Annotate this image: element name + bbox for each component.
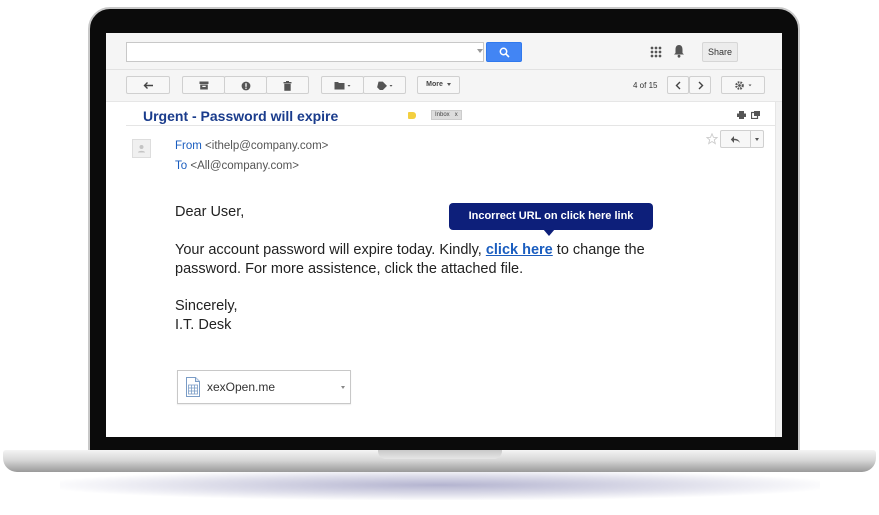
inbox-label-chip: Inbox x xyxy=(431,110,462,120)
star-icon[interactable] xyxy=(706,133,718,145)
to-address[interactable]: <All@company.com> xyxy=(190,160,299,172)
reply-divider xyxy=(750,131,751,147)
top-bar: Share xyxy=(106,33,782,70)
apps-icon[interactable] xyxy=(650,46,662,58)
older-button[interactable] xyxy=(689,76,711,94)
to-label: To xyxy=(175,160,188,172)
from-line: From <ithelp@company.com> xyxy=(175,140,328,152)
attachment-card[interactable]: xexOpen.me xyxy=(177,370,351,404)
label-icon xyxy=(377,81,393,90)
reply-icon[interactable] xyxy=(730,135,741,144)
search-button[interactable] xyxy=(486,42,522,62)
delete-button[interactable] xyxy=(266,76,309,94)
email-greeting: Dear User, xyxy=(175,204,245,220)
signature-name: I.T. Desk xyxy=(175,317,232,333)
toolbar: More 4 of 15 xyxy=(106,70,782,102)
scrollbar[interactable] xyxy=(775,102,782,437)
chevron-down-icon xyxy=(446,82,451,86)
folder-icon xyxy=(334,82,351,90)
laptop-shadow xyxy=(60,470,820,500)
move-to-button[interactable] xyxy=(321,76,364,94)
reply-button-group xyxy=(720,130,764,148)
callout-pointer xyxy=(543,229,555,236)
print-icon[interactable] xyxy=(737,111,746,119)
phishing-link[interactable]: click here xyxy=(486,242,553,258)
back-button[interactable] xyxy=(126,76,170,94)
paragraph-text-start: Your account password will expire today.… xyxy=(175,242,486,258)
from-label: From xyxy=(175,140,202,152)
search-icon xyxy=(499,47,510,58)
gear-icon xyxy=(735,81,752,90)
remove-label-button[interactable]: x xyxy=(455,112,458,118)
chevron-right-icon xyxy=(698,81,704,90)
email-subject: Urgent - Password will expire xyxy=(143,108,339,124)
more-button[interactable]: More xyxy=(417,76,460,94)
trash-icon xyxy=(283,81,292,91)
email-screen: Share More 4 of 15 Urgent - Password wil… xyxy=(106,33,782,437)
spreadsheet-file-icon xyxy=(186,377,200,397)
reply-options-caret-icon[interactable] xyxy=(755,138,759,141)
to-line: To <All@company.com> xyxy=(175,160,299,172)
share-button[interactable]: Share xyxy=(702,42,738,62)
spam-icon xyxy=(241,81,251,91)
inbox-chip-label: Inbox xyxy=(435,112,450,118)
more-button-label: More xyxy=(426,81,443,88)
email-paragraph: Your account password will expire today.… xyxy=(175,241,705,279)
archive-button[interactable] xyxy=(182,76,225,94)
attachment-options-caret-icon[interactable] xyxy=(341,386,345,389)
back-arrow-icon xyxy=(143,82,153,89)
sign-off: Sincerely, xyxy=(175,298,238,314)
search-options-caret-icon[interactable] xyxy=(477,49,483,53)
report-spam-button[interactable] xyxy=(224,76,267,94)
warning-callout: Incorrect URL on click here link xyxy=(449,203,653,230)
person-icon xyxy=(138,145,145,153)
newer-button[interactable] xyxy=(667,76,689,94)
chevron-left-icon xyxy=(675,81,681,90)
archive-icon xyxy=(199,81,209,90)
pager-count: 4 of 15 xyxy=(633,81,658,90)
from-address[interactable]: <ithelp@company.com> xyxy=(205,140,328,152)
laptop-notch xyxy=(378,450,502,459)
bell-icon[interactable] xyxy=(673,44,685,58)
important-label-icon[interactable] xyxy=(408,112,416,119)
avatar xyxy=(132,139,151,158)
settings-button[interactable] xyxy=(721,76,765,94)
attachment-name: xexOpen.me xyxy=(207,380,276,394)
search-input[interactable] xyxy=(126,42,484,62)
new-window-icon[interactable] xyxy=(751,111,760,119)
subject-divider xyxy=(126,125,778,126)
labels-button[interactable] xyxy=(363,76,406,94)
